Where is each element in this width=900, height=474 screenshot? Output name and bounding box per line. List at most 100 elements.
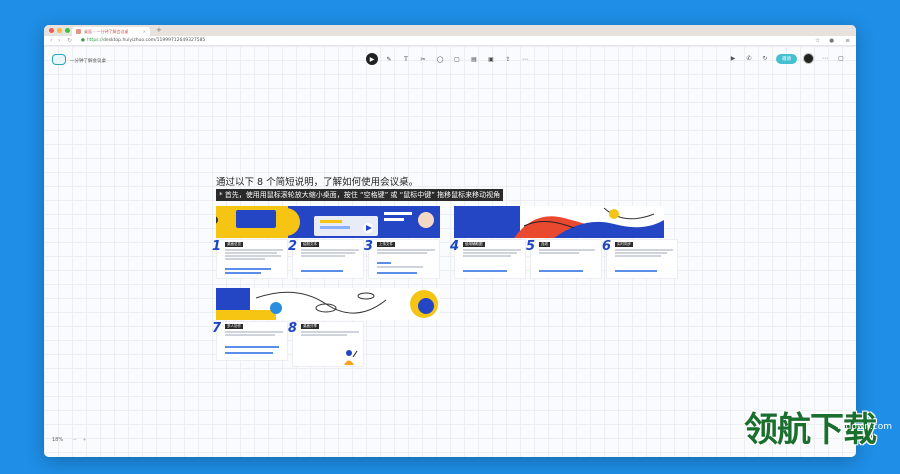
card-text-line [225, 334, 275, 336]
maximize-window-icon[interactable] [65, 28, 70, 33]
zoom-controls: 18% − + [52, 437, 87, 443]
app-logo-icon[interactable] [52, 54, 66, 65]
card-text-line [225, 258, 265, 260]
card-text-line [615, 255, 661, 257]
card-link-line [377, 262, 391, 264]
card-text-line [301, 249, 359, 251]
shape-tool-icon[interactable]: ◯ [434, 53, 446, 65]
window-controls [49, 28, 70, 33]
pen-tool-icon[interactable]: ✎ [383, 53, 395, 65]
address-bar: ‹ › ↻ ● https://desktop.huiyizhuo.com/119… [44, 36, 856, 46]
card-text-line [301, 252, 355, 254]
reload-icon[interactable]: ↻ [67, 37, 72, 45]
bookmark-icon[interactable]: ☆ [815, 37, 820, 45]
lock-icon: ● [81, 38, 85, 43]
forward-icon[interactable]: › [58, 37, 60, 45]
more-options-icon[interactable]: ⋯ [820, 55, 830, 62]
image-tool-icon[interactable]: ▣ [485, 53, 497, 65]
card-text-line [377, 266, 423, 268]
guide-card-2[interactable]: 2 绘制文本 [288, 239, 364, 279]
card-number: 4 [450, 239, 460, 254]
card-text-line [225, 255, 281, 257]
illustration-collaboration-art [216, 288, 438, 320]
card-text-line [301, 331, 359, 333]
card-link-line [463, 270, 507, 272]
card-title: 使用辅助图 [463, 242, 485, 247]
zoom-in-icon[interactable]: + [83, 437, 87, 443]
call-icon[interactable]: ✆ [744, 55, 754, 62]
card-link-line [225, 268, 271, 270]
select-tool-icon[interactable]: ▶ [366, 53, 378, 65]
card-text-line [225, 249, 283, 251]
card-text-line [225, 252, 277, 254]
share-button[interactable]: 邀请 [776, 53, 797, 64]
illustration-desktop-overview-art [216, 206, 440, 238]
text-tool-icon[interactable]: T [400, 53, 412, 65]
present-icon[interactable]: ▶ [728, 55, 738, 62]
zoom-level[interactable]: 18% [52, 437, 63, 443]
illustration-assist-tools-art [454, 206, 664, 238]
card-text-line [615, 252, 667, 254]
card-link-line [225, 346, 279, 348]
card-text-line [463, 255, 511, 257]
card-text-line [301, 255, 345, 257]
card-title: 多人协作 [225, 324, 243, 329]
document-title[interactable]: 一分钟了解会议桌 [70, 58, 106, 64]
back-icon[interactable]: ‹ [50, 37, 52, 45]
extension-icon[interactable]: ● [829, 37, 834, 45]
browser-tab[interactable]: 桌面 – 一分钟了解会议桌 × [72, 27, 150, 36]
minimize-window-icon[interactable] [57, 28, 62, 33]
card-number: 8 [288, 321, 298, 336]
guide-card-6[interactable]: 6 实时同步 [602, 239, 678, 279]
guide-card-5[interactable]: 5 连线 [526, 239, 602, 279]
app-topbar: 一分钟了解会议桌 ▶ ✎ T ✂ ◯ ▢ ▤ ▣ ⇪ ⋯ ▶ ✆ ↻ 邀请 ⋯ [44, 46, 856, 74]
drawing-toolbar: ▶ ✎ T ✂ ◯ ▢ ▤ ▣ ⇪ ⋯ [366, 53, 531, 65]
card-number: 1 [212, 239, 222, 254]
illustration-collaboration [216, 288, 440, 320]
intro-banner: * 首先，使用用鼠标滚轮放大缩小桌面，按住 “空格键” 或 “鼠标中键” 拖移鼠… [216, 189, 504, 201]
intro-heading: 通过以下 8 个简短说明，了解如何使用会议桌。 [216, 177, 419, 188]
sticky-note-tool-icon[interactable]: ▢ [451, 53, 463, 65]
card-number: 5 [526, 239, 536, 254]
zoom-out-icon[interactable]: − [73, 437, 77, 443]
person-waving-illustration [344, 350, 358, 365]
url-field[interactable]: ● https://desktop.huiyizhuo.com/119997126… [81, 38, 205, 44]
guide-card-3[interactable]: 3 上传文件 [364, 239, 440, 279]
browser-titlebar: 桌面 – 一分钟了解会议桌 × + [44, 25, 856, 36]
watermark-site: lhdown.com [837, 422, 892, 432]
guide-card-4[interactable]: 4 使用辅助图 [450, 239, 526, 279]
card-text-line [377, 249, 435, 251]
card-number: 2 [288, 239, 298, 254]
card-title: 实时同步 [615, 242, 633, 247]
card-text-line [463, 249, 521, 251]
card-text-line [225, 331, 283, 333]
guide-card-1[interactable]: 1 桌面总览 [212, 239, 288, 279]
card-text-line [377, 252, 427, 254]
card-link-line [301, 270, 343, 272]
window-mode-icon[interactable]: ▢ [836, 55, 846, 62]
scissors-tool-icon[interactable]: ✂ [417, 53, 429, 65]
card-link-line [377, 272, 417, 274]
card-title: 上传文件 [377, 242, 395, 247]
browser-menu-icon[interactable]: ≡ [845, 37, 850, 45]
new-tab-button[interactable]: + [156, 26, 162, 35]
avatar[interactable] [803, 53, 814, 64]
card-link-line [615, 270, 657, 272]
close-window-icon[interactable] [49, 28, 54, 33]
whiteboard-canvas[interactable]: 一分钟了解会议桌 ▶ ✎ T ✂ ◯ ▢ ▤ ▣ ⇪ ⋯ ▶ ✆ ↻ 邀请 ⋯ [44, 46, 856, 457]
card-number: 7 [212, 321, 222, 336]
card-text-line [615, 249, 673, 251]
favicon-icon [76, 29, 81, 34]
browser-window: 桌面 – 一分钟了解会议桌 × + ‹ › ↻ ● https://desktop… [44, 25, 856, 457]
url-protocol: https:// [86, 38, 104, 43]
upload-tool-icon[interactable]: ⇪ [502, 53, 514, 65]
url-path: desktop.huiyizhuo.com/1199971264932758​5 [103, 38, 206, 43]
guide-card-8[interactable]: 8 桌面分享 [288, 321, 364, 367]
illustration-assist-tools [454, 206, 664, 238]
more-tools-icon[interactable]: ⋯ [519, 53, 531, 65]
card-text-line [463, 252, 517, 254]
guide-card-7[interactable]: 7 多人协作 [212, 321, 288, 361]
sync-icon[interactable]: ↻ [760, 55, 770, 62]
file-tool-icon[interactable]: ▤ [468, 53, 480, 65]
tab-close-icon[interactable]: × [143, 29, 146, 34]
